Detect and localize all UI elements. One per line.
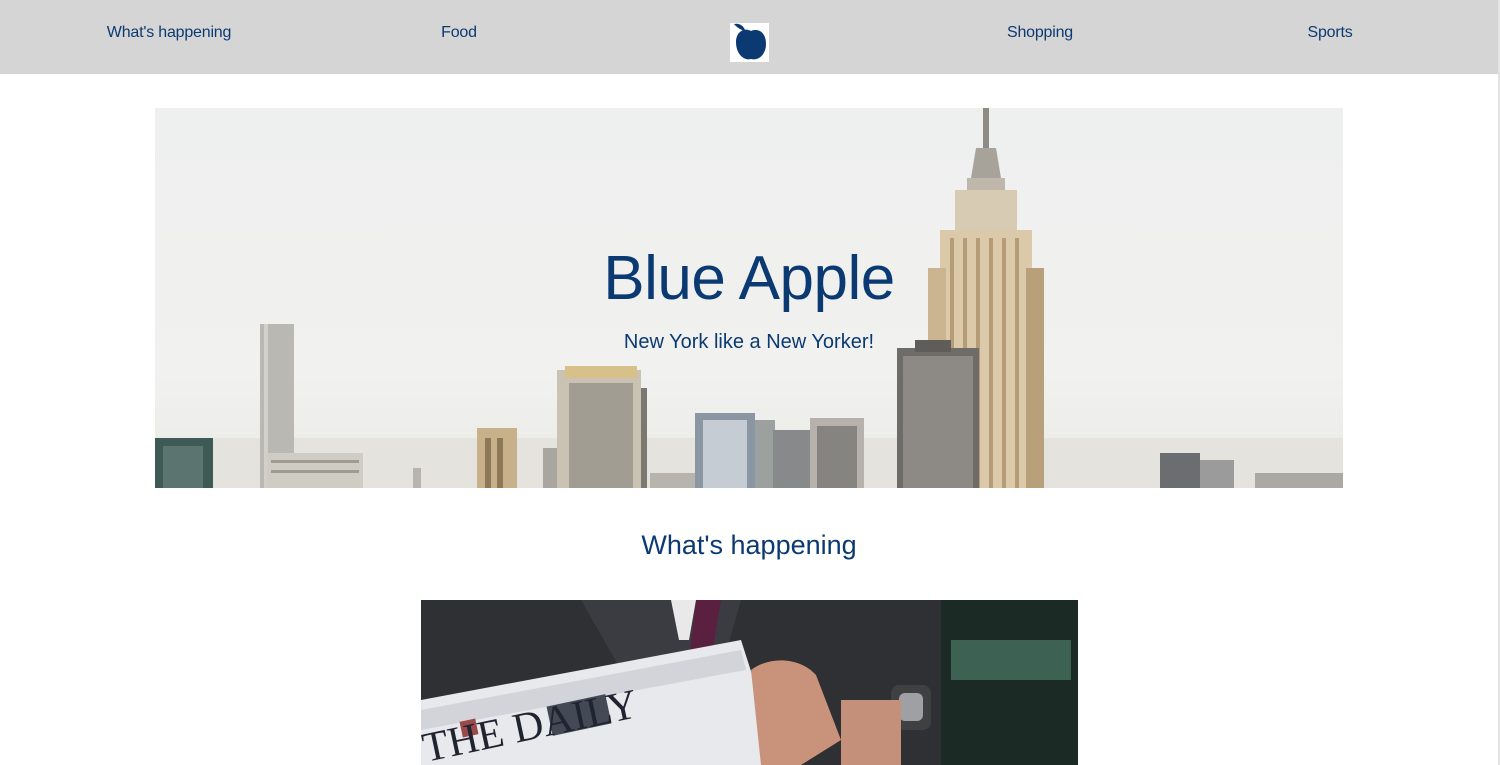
newspaper-photo: THE DAILY bbox=[421, 600, 1078, 765]
blue-apple-icon bbox=[734, 23, 766, 60]
nav-link-shopping[interactable]: Shopping bbox=[1007, 23, 1073, 43]
logo-link[interactable] bbox=[730, 23, 769, 62]
section-title-whats-happening: What's happening bbox=[641, 530, 857, 560]
nav-link-sports[interactable]: Sports bbox=[1307, 23, 1352, 43]
nav-link-food[interactable]: Food bbox=[441, 23, 477, 43]
nav-link-whats-happening[interactable]: What's happening bbox=[107, 23, 232, 43]
hero-title: Blue Apple bbox=[603, 244, 895, 313]
whats-happening-image[interactable]: THE DAILY bbox=[421, 600, 1078, 765]
hero-subtitle: New York like a New Yorker! bbox=[623, 331, 875, 353]
top-nav: What's happening Food Shopping Sports bbox=[0, 0, 1498, 74]
hero-banner: Blue Apple New York like a New Yorker! bbox=[155, 108, 1343, 488]
